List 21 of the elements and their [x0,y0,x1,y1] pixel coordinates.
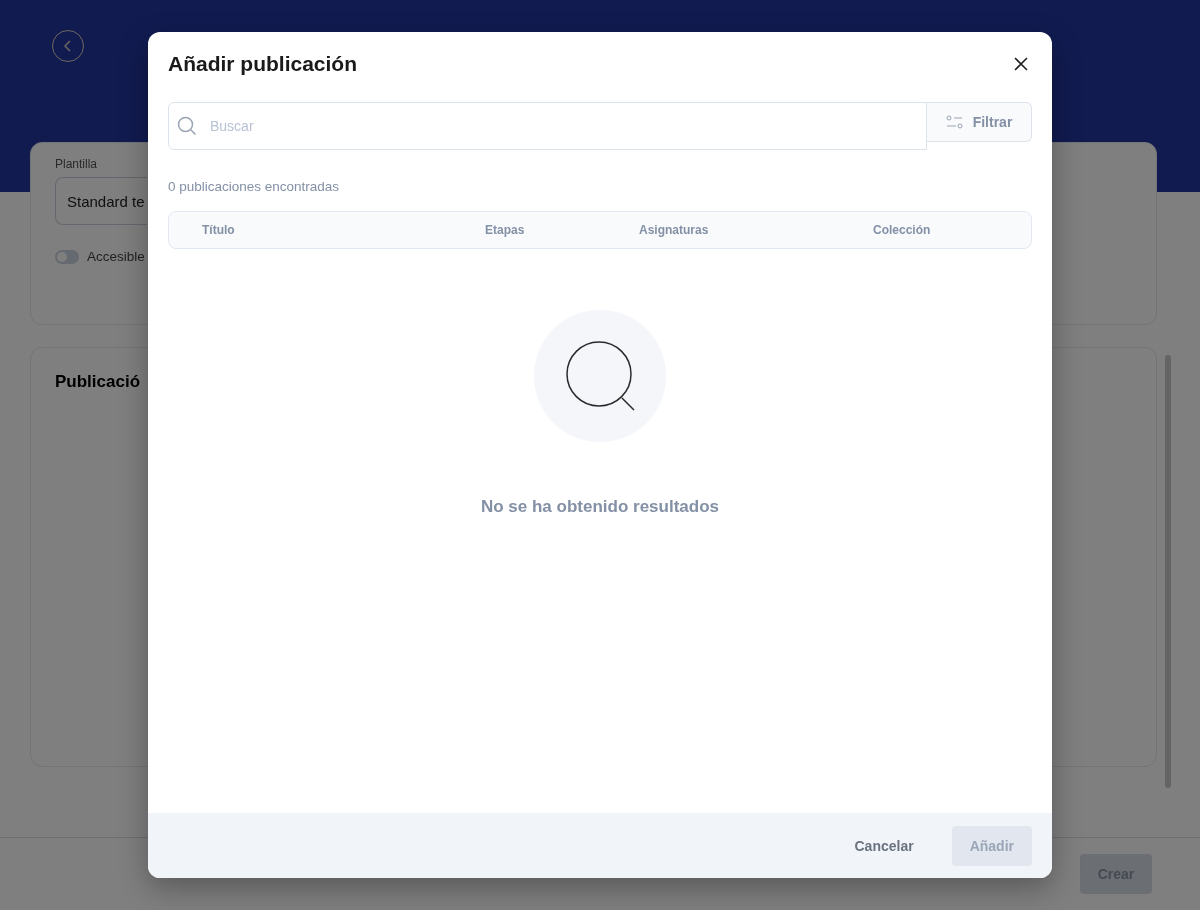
accessible-toggle[interactable] [55,249,79,264]
column-header: Colección [873,223,932,237]
empty-search-icon [534,310,666,442]
column-header: Asignaturas [639,223,710,237]
accessible-label: Accesible [87,249,145,264]
column-header: Título [202,223,236,237]
search-field[interactable]: Buscar [168,102,927,150]
result-count: 0 publicaciones encontradas [168,179,341,194]
sliders-icon [945,115,964,129]
dialog-title: Añadir publicación [168,52,358,76]
cancel-button[interactable]: Cancelar [836,825,932,866]
close-icon[interactable] [1014,57,1028,71]
column-header: Etapas [485,223,526,237]
search-icon [177,116,197,136]
publications-title: Publicació [55,372,142,392]
empty-message: No se ha obtenido resultados [480,497,719,517]
back-button[interactable] [52,30,84,62]
template-label: Plantilla [55,157,99,171]
scrollbar[interactable] [1165,355,1171,788]
filter-button[interactable]: Filtrar [927,102,1032,142]
template-dropdown[interactable]: Standard te [55,177,147,225]
